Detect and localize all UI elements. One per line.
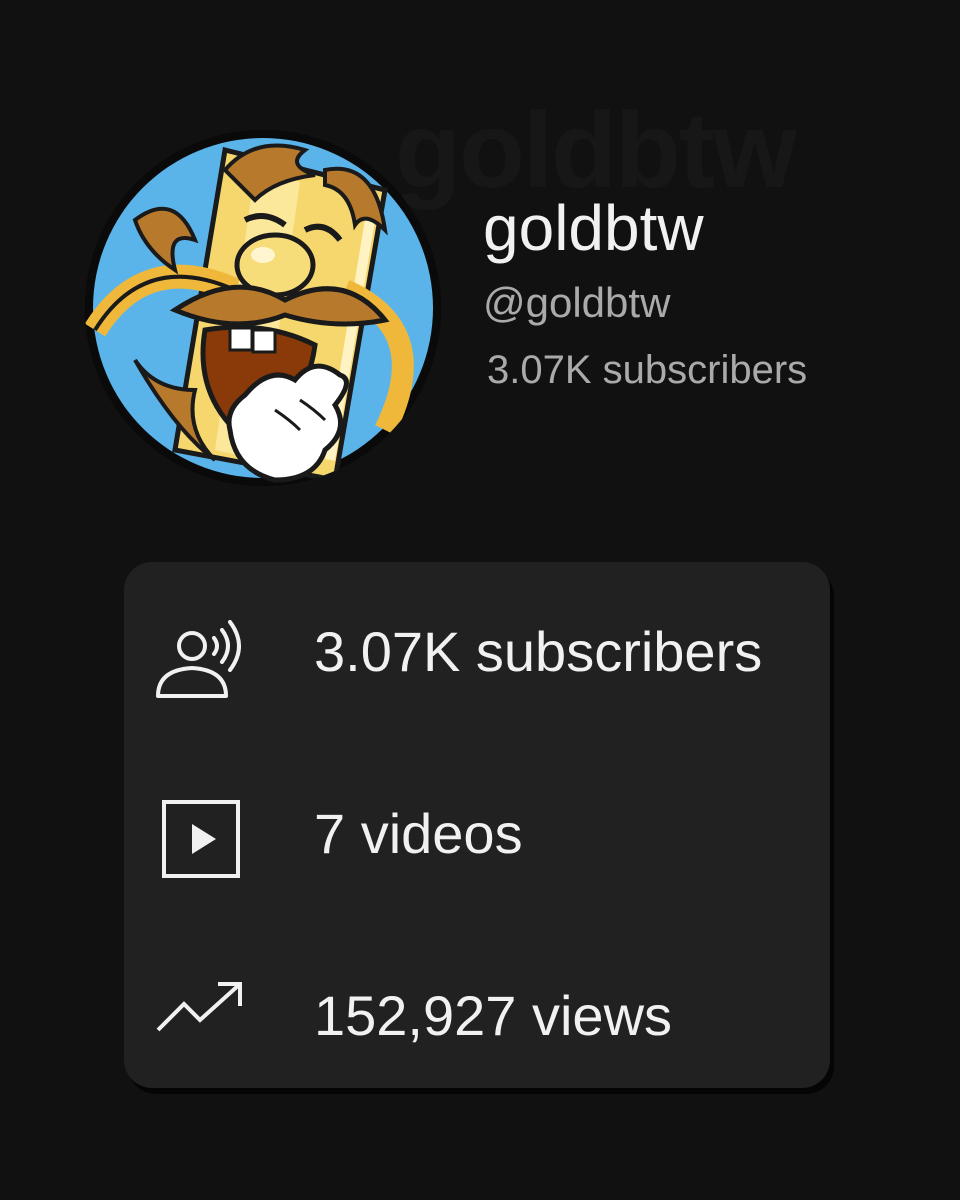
stat-row-videos: 7 videos xyxy=(124,770,830,890)
stat-views-text: 152,927 views xyxy=(314,984,673,1047)
channel-handle: @goldbtw xyxy=(483,279,671,326)
play-square-icon xyxy=(154,790,244,880)
stat-row-views: 152,927 views xyxy=(124,952,830,1072)
channel-stats-card: 3.07K subscribers 7 videos 152,927 views xyxy=(124,562,830,1088)
background-watermark-text: goldbtw xyxy=(395,89,797,210)
channel-subscriber-count: 3.07K subscribers xyxy=(487,348,808,392)
stat-videos-text: 7 videos xyxy=(314,802,523,865)
subscribers-broadcast-icon xyxy=(154,608,244,698)
avatar-illustration xyxy=(85,130,441,486)
trending-up-icon xyxy=(154,972,244,1062)
stat-row-subscribers: 3.07K subscribers xyxy=(124,588,830,708)
channel-name: goldbtw xyxy=(483,192,704,264)
channel-avatar[interactable] xyxy=(85,130,441,486)
stat-subscribers-text: 3.07K subscribers xyxy=(314,620,763,683)
